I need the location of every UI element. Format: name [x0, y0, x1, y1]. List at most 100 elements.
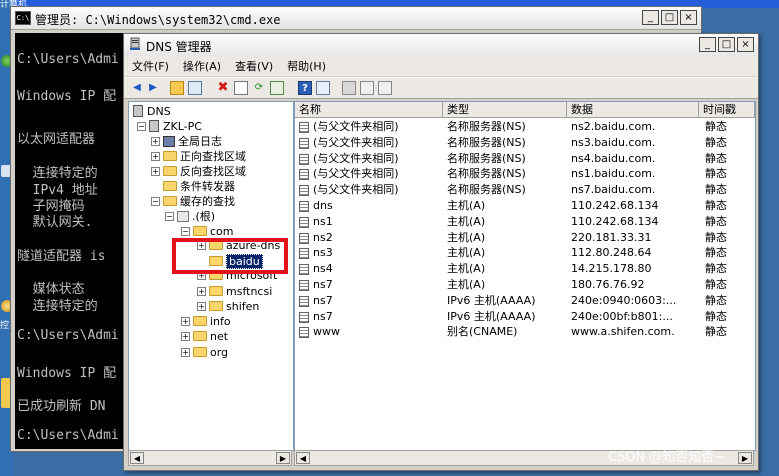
table-row[interactable]: ns1 主机(A) 110.242.68.134 静态	[295, 214, 755, 230]
up-folder-icon[interactable]	[170, 81, 184, 95]
cmd-maximize-button[interactable]: □	[661, 10, 678, 25]
cell-data: 14.215.178.80	[571, 262, 652, 276]
tree-item-org[interactable]: + org	[181, 345, 228, 359]
column-header-data[interactable]: 数据	[567, 102, 699, 118]
properties-icon[interactable]	[234, 81, 248, 95]
scroll-right-icon[interactable]: ▶	[276, 452, 290, 464]
tree-item-root-zone[interactable]: − .(根)	[165, 209, 215, 223]
tree-item-forward-zones[interactable]: + 正向查找区域	[151, 149, 246, 163]
scroll-left-icon[interactable]: ◀	[130, 452, 144, 464]
dns-minimize-button[interactable]: _	[699, 37, 716, 52]
show-hide-tree-icon[interactable]	[188, 81, 202, 95]
cmd-close-button[interactable]: ×	[680, 10, 697, 25]
expand-icon[interactable]: +	[151, 166, 160, 176]
expand-icon[interactable]: +	[151, 136, 160, 146]
menu-view[interactable]: 查看(V)	[235, 58, 273, 74]
folder-icon	[163, 151, 177, 161]
expand-icon[interactable]: +	[181, 331, 190, 341]
tree-item-server[interactable]: − ZKL-PC	[137, 119, 202, 133]
expand-icon[interactable]: +	[181, 347, 190, 357]
tree-item-info[interactable]: + info	[181, 314, 231, 328]
cell-name: ns7	[313, 293, 333, 307]
table-row[interactable]: ns7 IPv6 主机(AAAA) 240e:00bf:b801:... 静态	[295, 309, 755, 325]
cell-ts: 静态	[705, 309, 727, 323]
tree-item-shifen[interactable]: + shifen	[197, 299, 259, 313]
cmd-line: 连接特定的	[17, 299, 98, 314]
column-header-type[interactable]: 类型	[443, 102, 567, 118]
scroll-left-icon[interactable]: ◀	[296, 452, 310, 464]
cell-ts: 静态	[705, 167, 727, 181]
table-row[interactable]: (与父文件夹相同) 名称服务器(NS) ns7.baidu.com. 静态	[295, 182, 755, 198]
cmd-minimize-button[interactable]: _	[642, 10, 659, 25]
scroll-right-icon[interactable]: ▶	[738, 452, 752, 464]
cmd-titlebar[interactable]: C:\ 管理员: C:\Windows\system32\cmd.exe _ □…	[11, 7, 701, 30]
expand-icon[interactable]: +	[151, 151, 160, 161]
tree-item-reverse-zones[interactable]: + 反向查找区域	[151, 164, 246, 178]
server-icon[interactable]	[342, 81, 356, 95]
record-icon	[299, 216, 309, 228]
collapse-icon[interactable]: −	[137, 121, 146, 131]
table-row[interactable]: ns3 主机(A) 112.80.248.64 静态	[295, 245, 755, 261]
tree-item-cached-lookups[interactable]: − 缓存的查找	[151, 194, 235, 208]
cell-type: 主机(A)	[447, 262, 486, 276]
column-header-timestamp[interactable]: 时间戳	[699, 102, 755, 118]
dns-close-button[interactable]: ×	[737, 37, 754, 52]
collapse-icon[interactable]: −	[181, 226, 190, 236]
menu-action[interactable]: 操作(A)	[183, 58, 221, 74]
table-row[interactable]: ns7 IPv6 主机(AAAA) 240e:0940:0603:... 静态	[295, 293, 755, 309]
menu-file[interactable]: 文件(F)	[132, 58, 169, 74]
tree-item-com[interactable]: − com	[181, 224, 234, 238]
table-row[interactable]: (与父文件夹相同) 名称服务器(NS) ns1.baidu.com. 静态	[295, 166, 755, 182]
expand-icon[interactable]: +	[197, 301, 206, 311]
cell-type: 主机(A)	[447, 246, 486, 260]
records-list[interactable]: 名称 类型 数据 时间戳 (与父文件夹相同) 名称服务器(NS) ns2.baidu…	[294, 101, 756, 451]
cell-type: 名称服务器(NS)	[447, 135, 526, 149]
dns-root-icon	[133, 105, 143, 117]
tree-item-msftncsi[interactable]: + msftncsi	[197, 284, 272, 298]
table-row[interactable]: ns4 主机(A) 14.215.178.80 静态	[295, 261, 755, 277]
help-icon[interactable]: ?	[298, 81, 312, 95]
console-icon[interactable]	[316, 81, 330, 95]
back-icon[interactable]: ◀	[130, 81, 144, 95]
expand-icon[interactable]: +	[197, 286, 206, 296]
expand-icon[interactable]: +	[181, 316, 190, 326]
cell-ts: 静态	[705, 151, 727, 165]
collapse-icon[interactable]: −	[151, 196, 160, 206]
tree-item-global-logs[interactable]: + 全局日志	[151, 134, 222, 148]
dns-titlebar[interactable]: DNS 管理器 _ □ ×	[124, 34, 758, 57]
tree-item-net[interactable]: + net	[181, 329, 228, 343]
table-row[interactable]: www 别名(CNAME) www.a.shifen.com. 静态	[295, 324, 755, 340]
table-row[interactable]: ns2 主机(A) 220.181.33.31 静态	[295, 230, 755, 246]
cell-type: 主机(A)	[447, 230, 486, 244]
export-icon[interactable]	[270, 81, 284, 95]
table-row[interactable]: (与父文件夹相同) 名称服务器(NS) ns2.baidu.com. 静态	[295, 119, 755, 135]
record-icon	[299, 280, 309, 291]
folder-icon	[193, 316, 207, 326]
tree-horizontal-scrollbar[interactable]: ◀ ▶	[128, 450, 292, 466]
tree-item-conditional-forwarders[interactable]: 条件转发器	[163, 179, 235, 193]
zone-icon[interactable]	[378, 81, 392, 95]
toolbar: ◀ ▶ ✖ ⟳ ?	[124, 77, 758, 99]
collapse-icon[interactable]: −	[165, 211, 174, 221]
column-header-name[interactable]: 名称	[295, 102, 443, 118]
table-row[interactable]: ns7 主机(A) 180.76.76.92 静态	[295, 277, 755, 293]
cell-ts: 静态	[705, 293, 727, 307]
table-row[interactable]: (与父文件夹相同) 名称服务器(NS) ns4.baidu.com. 静态	[295, 151, 755, 167]
tree-item-dns[interactable]: DNS	[133, 104, 171, 118]
table-row[interactable]: (与父文件夹相同) 名称服务器(NS) ns3.baidu.com. 静态	[295, 135, 755, 151]
forward-icon[interactable]: ▶	[146, 81, 160, 95]
refresh-icon[interactable]: ⟳	[252, 81, 266, 95]
record-icon[interactable]	[360, 81, 374, 95]
delete-icon[interactable]: ✖	[216, 81, 230, 95]
cell-name: ns7	[313, 278, 333, 291]
dns-maximize-button[interactable]: □	[718, 37, 735, 52]
menu-help[interactable]: 帮助(H)	[287, 58, 326, 74]
folder-icon	[209, 286, 223, 296]
cell-ts: 静态	[705, 246, 727, 260]
cell-ts: 静态	[705, 214, 727, 228]
cmd-line: 以太网适配器	[17, 132, 96, 147]
table-row[interactable]: dns 主机(A) 110.242.68.134 静态	[295, 198, 755, 214]
cmd-app-icon: C:\	[15, 11, 31, 25]
folder-icon	[163, 166, 177, 176]
console-tree[interactable]: DNS − ZKL-PC + 全局日志 + 正向查找区域 + 反向查找区域 条件…	[128, 101, 294, 451]
